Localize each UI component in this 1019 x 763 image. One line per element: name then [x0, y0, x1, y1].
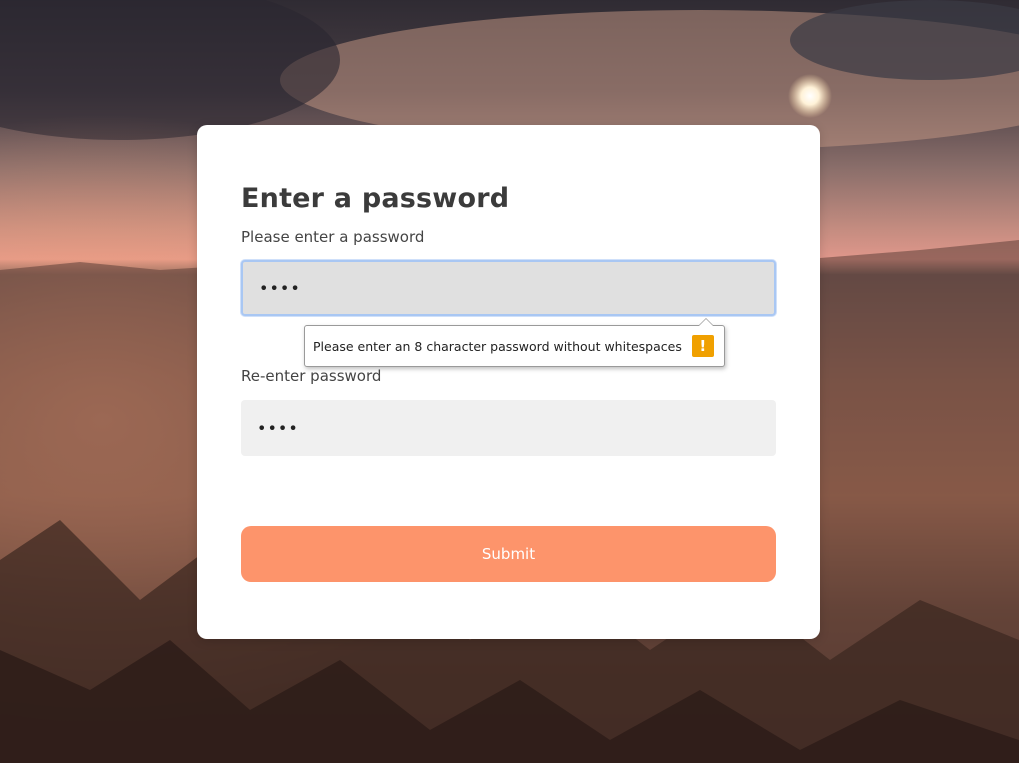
validation-message: Please enter an 8 character password wit…	[313, 338, 682, 354]
submit-button[interactable]: Submit	[241, 526, 776, 582]
confirm-password-value: ••••	[257, 418, 299, 438]
password-input[interactable]: ••••	[241, 260, 776, 316]
confirm-password-input[interactable]: ••••	[241, 400, 776, 456]
warning-icon: !	[691, 335, 714, 357]
confirm-password-label: Re-enter password	[241, 367, 382, 385]
password-label: Please enter a password	[241, 228, 425, 246]
password-card: Enter a password Please enter a password…	[197, 125, 820, 639]
page-title: Enter a password	[241, 183, 510, 214]
password-value: ••••	[259, 278, 301, 298]
validation-tooltip: Please enter an 8 character password wit…	[304, 318, 725, 367]
